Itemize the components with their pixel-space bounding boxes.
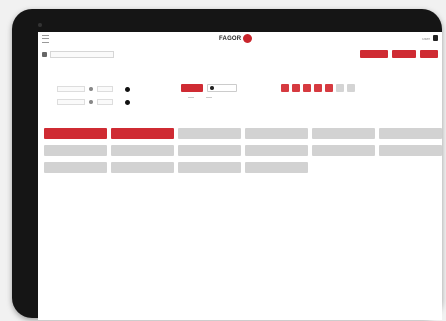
logo-text: FAGOR bbox=[219, 35, 242, 42]
menu-icon[interactable] bbox=[42, 35, 49, 43]
action-button-3[interactable] bbox=[420, 50, 438, 58]
filter-icon[interactable] bbox=[42, 52, 47, 57]
tile-button-2[interactable] bbox=[111, 128, 174, 139]
tile-button-10[interactable] bbox=[245, 145, 308, 156]
brand-logo: FAGOR bbox=[219, 34, 253, 43]
square-button-5[interactable] bbox=[325, 84, 333, 92]
tile-button-5[interactable] bbox=[312, 128, 375, 139]
row-1-toggle-icon[interactable] bbox=[125, 86, 130, 92]
square-button-disabled-2[interactable] bbox=[347, 84, 355, 92]
machine-select[interactable] bbox=[50, 51, 114, 58]
dash-1 bbox=[188, 97, 194, 98]
tile-button-6[interactable] bbox=[379, 128, 442, 139]
square-button-4[interactable] bbox=[314, 84, 322, 92]
row-2-field[interactable] bbox=[57, 99, 85, 105]
tile-button-11[interactable] bbox=[312, 145, 375, 156]
mode-options bbox=[181, 84, 237, 92]
user-icon[interactable] bbox=[433, 35, 438, 41]
app-screen: FAGOR user bbox=[38, 32, 442, 320]
user-area[interactable]: user bbox=[422, 35, 438, 41]
square-button-3[interactable] bbox=[303, 84, 311, 92]
radio-icon bbox=[210, 86, 214, 90]
tile-button-1[interactable] bbox=[44, 128, 107, 139]
tile-button-16[interactable] bbox=[245, 162, 308, 173]
action-button-2[interactable] bbox=[392, 50, 416, 58]
user-text: user bbox=[422, 35, 430, 41]
tile-button-9[interactable] bbox=[178, 145, 241, 156]
row-1-field[interactable] bbox=[57, 86, 85, 92]
tile-button-3[interactable] bbox=[178, 128, 241, 139]
tile-button-12[interactable] bbox=[379, 145, 442, 156]
tablet-frame: FAGOR user bbox=[12, 9, 442, 320]
square-selector bbox=[281, 84, 355, 92]
tile-button-4[interactable] bbox=[245, 128, 308, 139]
camera-dot bbox=[38, 23, 42, 27]
tile-grid bbox=[44, 128, 442, 173]
mode-option-inactive[interactable] bbox=[207, 84, 237, 92]
left-panel-row-1 bbox=[43, 86, 130, 92]
tile-button-7[interactable] bbox=[44, 145, 107, 156]
dash-2 bbox=[206, 97, 212, 98]
row-2-option-icon[interactable] bbox=[89, 100, 93, 104]
square-button-2[interactable] bbox=[292, 84, 300, 92]
tile-button-15[interactable] bbox=[178, 162, 241, 173]
square-button-disabled-1[interactable] bbox=[336, 84, 344, 92]
mode-option-active[interactable] bbox=[181, 84, 203, 92]
row-2-field-2[interactable] bbox=[97, 99, 113, 105]
action-button-1[interactable] bbox=[360, 50, 388, 58]
mode-dashes bbox=[188, 97, 212, 98]
tile-button-14[interactable] bbox=[111, 162, 174, 173]
row-1-option-icon[interactable] bbox=[89, 87, 93, 91]
filter-bar bbox=[42, 50, 438, 60]
row-1-field-2[interactable] bbox=[97, 86, 113, 92]
square-button-1[interactable] bbox=[281, 84, 289, 92]
left-panel-row-2 bbox=[43, 99, 130, 105]
action-buttons bbox=[360, 50, 438, 58]
row-2-toggle-icon[interactable] bbox=[125, 99, 130, 105]
top-bar: FAGOR user bbox=[38, 32, 442, 46]
tile-button-13[interactable] bbox=[44, 162, 107, 173]
tile-button-8[interactable] bbox=[111, 145, 174, 156]
logo-mark-icon bbox=[243, 34, 253, 43]
